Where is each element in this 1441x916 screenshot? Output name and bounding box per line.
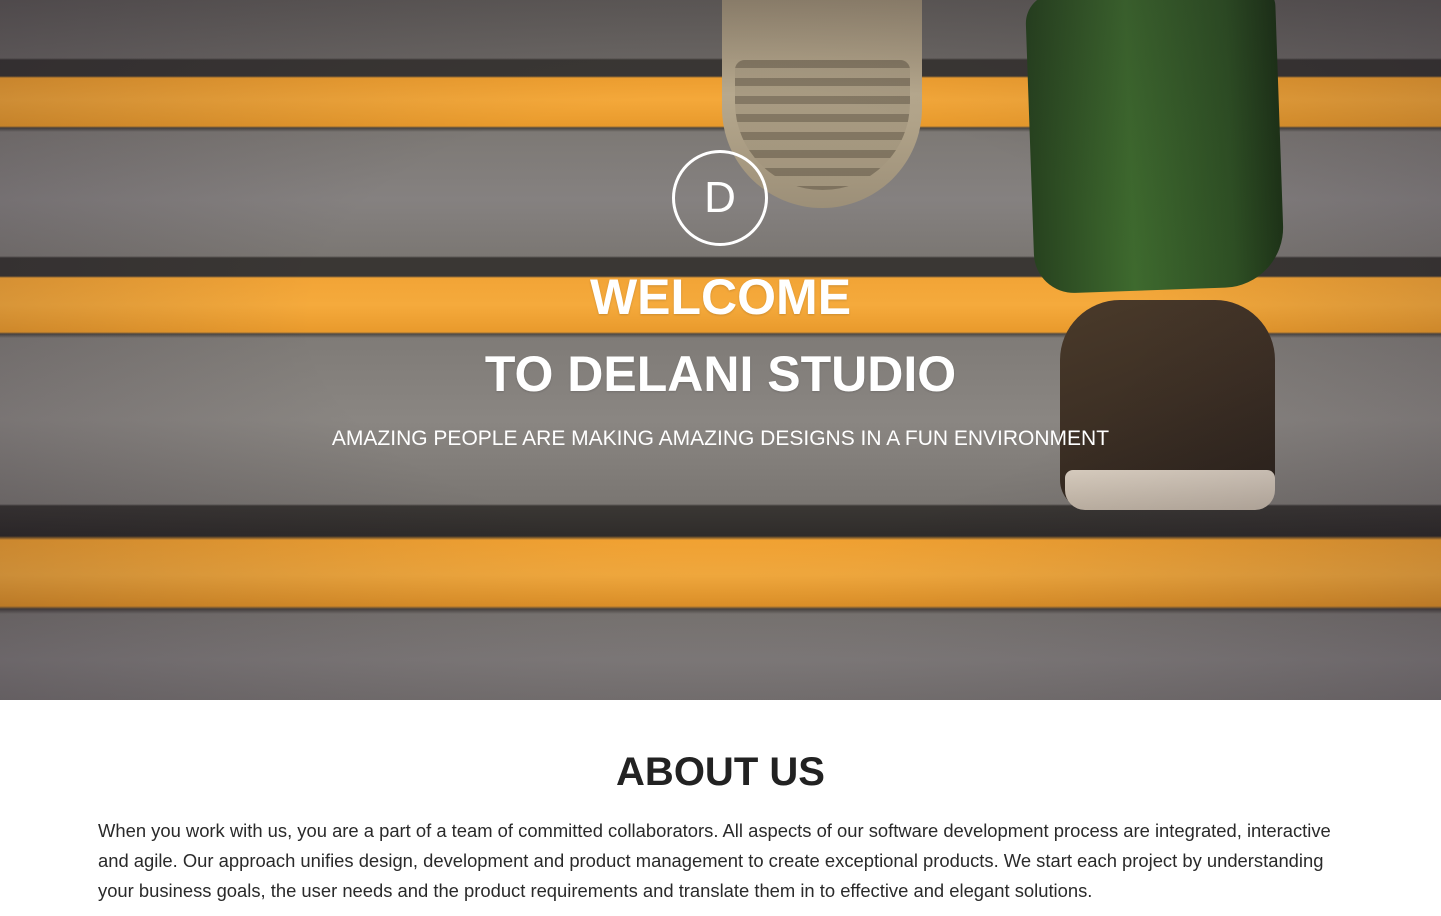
hero-content: D WELCOME TO DELANI STUDIO AMAZING PEOPL… bbox=[0, 0, 1441, 700]
hero-title-line-2: TO DELANI STUDIO bbox=[484, 346, 957, 402]
about-paragraph: When you work with us, you are a part of… bbox=[98, 820, 1331, 901]
hero-section: D WELCOME TO DELANI STUDIO AMAZING PEOPL… bbox=[0, 0, 1441, 700]
logo-icon[interactable]: D bbox=[672, 150, 768, 246]
about-section: ABOUT US When you work with us, you are … bbox=[0, 700, 1441, 916]
about-heading: ABOUT US bbox=[616, 750, 825, 794]
hero-subtitle: AMAZING PEOPLE ARE MAKING AMAZING DESIGN… bbox=[331, 427, 1110, 450]
hero-title-line-1: WELCOME bbox=[589, 269, 852, 325]
logo-letter: D bbox=[704, 173, 736, 222]
